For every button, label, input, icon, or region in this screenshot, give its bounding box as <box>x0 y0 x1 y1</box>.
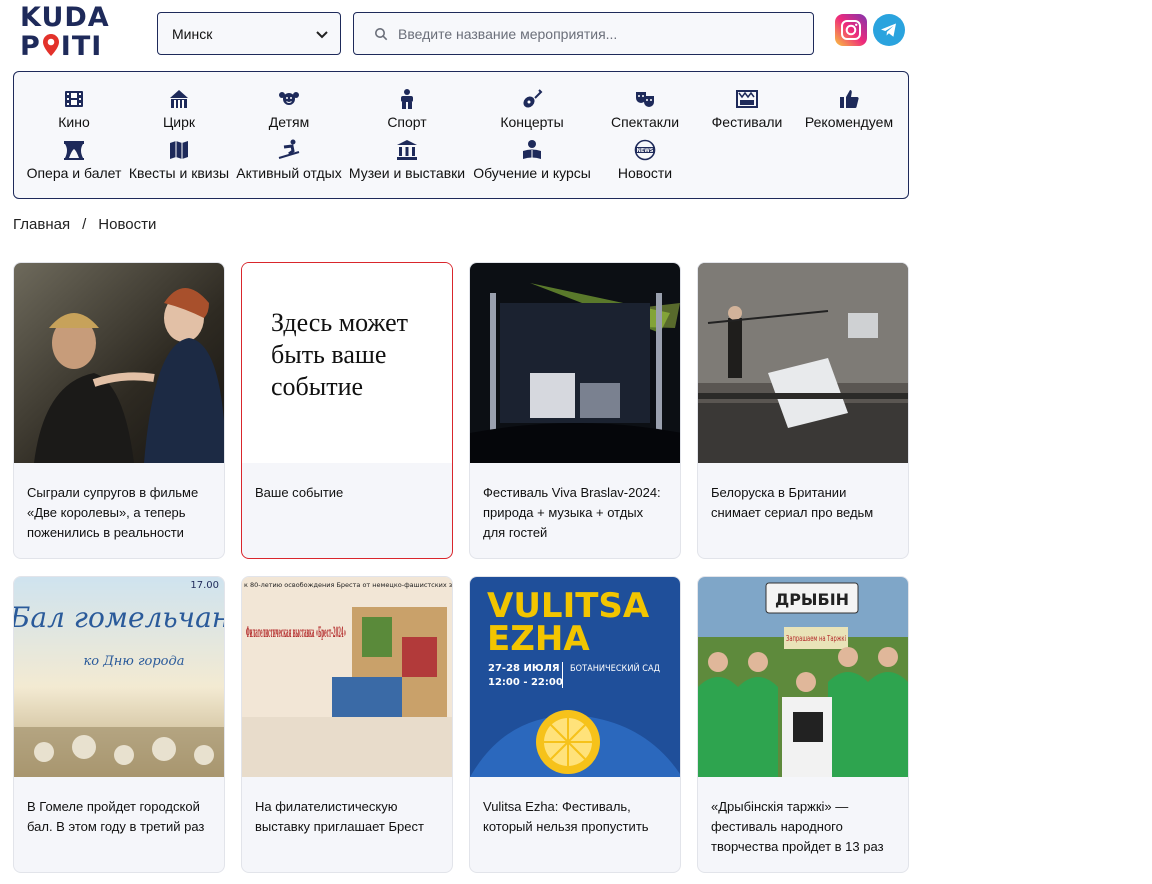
category-museums[interactable]: Музеи и выставки <box>342 139 472 181</box>
search-input[interactable]: Введите название мероприятия... <box>353 12 814 55</box>
category-label: Фестивали <box>711 114 783 130</box>
logo-line-1: KUDA <box>20 2 110 33</box>
site-logo[interactable]: KUDA P ITI <box>20 4 120 64</box>
city-select[interactable]: Минск <box>157 12 341 55</box>
kids-icon <box>279 92 299 105</box>
news-card[interactable]: VULITSA EZHA 27-28 ИЮЛЯ 12:00 - 22:00 БО… <box>469 576 681 873</box>
opera-icon <box>64 141 84 160</box>
poster-vulitsa-place: БОТАНИЧЕСКИЙ САД <box>570 662 660 674</box>
category-label: Спектакли <box>610 114 680 130</box>
skiing-icon <box>278 139 300 159</box>
news-card[interactable]: 17.00 Бал гомельчан ко Дню города В Гоме… <box>13 576 225 873</box>
breadcrumb-home-link[interactable]: Главная <box>13 216 70 233</box>
promo-card[interactable]: Здесь может быть ваше событие Ваше событ… <box>241 262 453 559</box>
category-nav: Кино Цирк Детям Спорт Концерты Спектакли… <box>13 71 909 199</box>
news-card-title: На филателистическую выставку приглашает… <box>255 799 424 834</box>
breadcrumb-separator: / <box>82 216 87 233</box>
theater-masks-icon <box>636 92 654 107</box>
news-card[interactable]: ДРЫБІН Запрашаем на Таржкі «Дрыбінскія т… <box>697 576 909 873</box>
news-card-title: Фестиваль Viva Braslav-2024: природа + м… <box>483 485 661 540</box>
news-card[interactable]: Сыграли супругов в фильме «Две королевы»… <box>13 262 225 559</box>
news-card-image: к 80-летию освобождения Бреста от немецк… <box>242 577 452 777</box>
chevron-down-icon <box>314 26 330 45</box>
guitar-icon <box>523 89 543 108</box>
category-concerts[interactable]: Концерты <box>467 88 597 130</box>
category-sport[interactable]: Спорт <box>342 88 472 130</box>
category-kids[interactable]: Детям <box>224 88 354 130</box>
poster-stamps-title: Филателистическая выставка «Брест-2024» <box>246 625 346 641</box>
news-card-title: Сыграли супругов в фильме «Две королевы»… <box>27 485 199 540</box>
poster-vulitsa-dates: 27-28 ИЮЛЯ <box>488 663 560 674</box>
news-card-image: VULITSA EZHA 27-28 ИЮЛЯ 12:00 - 22:00 БО… <box>470 577 680 777</box>
news-card-title: «Дрыбінскія таржкі» — фестиваль народног… <box>711 799 884 854</box>
category-active[interactable]: Активный отдых <box>224 139 354 181</box>
education-icon <box>523 140 541 159</box>
search-placeholder: Введите название мероприятия... <box>398 25 618 42</box>
poster-drybin-banner: Запрашаем на Таржкі <box>786 634 846 643</box>
category-label: Квесты и квизы <box>128 165 230 181</box>
telegram-icon[interactable] <box>873 14 905 46</box>
category-label: Обучение и курсы <box>473 165 591 181</box>
category-label: Рекомендуем <box>804 114 894 130</box>
news-card[interactable]: к 80-летию освобождения Бреста от немецк… <box>241 576 453 873</box>
news-card-title: Белоруска в Британии снимает сериал про … <box>711 485 874 520</box>
quest-map-icon <box>170 141 188 159</box>
news-card-title: В Гомеле пройдет городской бал. В этом г… <box>27 799 205 834</box>
news-card-image <box>470 263 680 463</box>
news-card[interactable]: Белоруска в Британии снимает сериал про … <box>697 262 909 559</box>
category-label: Концерты <box>500 114 564 130</box>
news-card-image: 17.00 Бал гомельчан ко Дню города <box>14 577 224 777</box>
promo-banner-text: Здесь может быть ваше событие <box>271 308 409 401</box>
category-label: Опера и балет <box>26 165 122 181</box>
poster-stamps-top: к 80-летию освобождения Бреста от немецк… <box>244 581 452 589</box>
category-recommend[interactable]: Рекомендуем <box>784 88 914 130</box>
poster-vulitsa-title-2: EZHA <box>487 619 590 659</box>
promo-card-title: Ваше событие <box>255 485 344 500</box>
news-card-image: ДРЫБІН Запрашаем на Таржкі <box>698 577 908 777</box>
category-label: Спорт <box>387 114 427 130</box>
poster-vulitsa-hours: 12:00 - 22:00 <box>488 677 563 688</box>
category-label: Музеи и выставки <box>348 165 466 181</box>
category-news[interactable]: NEWS Новости <box>580 139 710 181</box>
poster-time: 17.00 <box>190 580 219 591</box>
news-card-title: Vulitsa Ezha: Фестиваль, который нельзя … <box>483 799 649 834</box>
search-icon <box>374 27 388 41</box>
sport-icon <box>401 89 413 109</box>
poster-ball-subtitle: ко Дню города <box>84 654 185 669</box>
category-label: Детям <box>268 114 310 130</box>
festival-icon <box>736 90 758 108</box>
category-label: Кино <box>58 114 90 130</box>
promo-card-banner: Здесь может быть ваше событие <box>242 263 452 463</box>
city-select-value: Минск <box>172 25 213 42</box>
instagram-icon[interactable] <box>835 14 867 46</box>
category-label: Активный отдых <box>236 165 342 181</box>
logo-line-2: P ITI <box>20 31 103 62</box>
news-card-image <box>14 263 224 463</box>
news-card[interactable]: Фестиваль Viva Braslav-2024: природа + м… <box>469 262 681 559</box>
museum-icon <box>397 140 417 160</box>
film-icon <box>65 91 83 107</box>
svg-text:NEWS: NEWS <box>637 148 654 154</box>
category-label: Цирк <box>162 114 196 130</box>
news-card-image <box>698 263 908 463</box>
category-label: Новости <box>617 165 673 181</box>
poster-ball-title: Бал гомельчан <box>14 601 224 634</box>
circus-tent-icon <box>170 90 188 108</box>
category-education[interactable]: Обучение и курсы <box>467 139 597 181</box>
location-pin-icon <box>42 33 60 56</box>
poster-drybin-sign: ДРЫБІН <box>775 590 849 609</box>
breadcrumb-current: Новости <box>98 216 157 233</box>
thumbs-up-icon <box>840 90 859 108</box>
news-globe-icon: NEWS <box>634 139 656 161</box>
breadcrumb: Главная / Новости <box>13 216 156 233</box>
